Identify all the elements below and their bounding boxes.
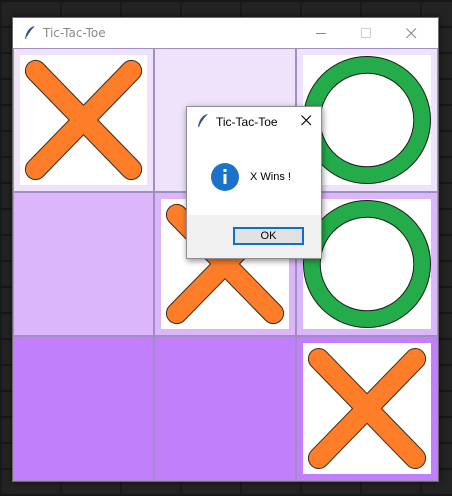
message-dialog: Tic-Tac-Toe X Wins ! OK <box>186 106 322 259</box>
minimize-icon <box>316 33 326 34</box>
main-window: Tic-Tac-Toe Tic-Tac-Toe X Wins ! OK <box>12 17 439 482</box>
board-cell-top-left[interactable] <box>13 48 154 192</box>
dialog-close-button[interactable] <box>291 107 321 135</box>
ok-button[interactable]: OK <box>233 227 304 245</box>
feather-icon <box>25 25 36 39</box>
mark-tile <box>303 55 431 185</box>
title-bar[interactable]: Tic-Tac-Toe <box>13 18 438 48</box>
board-cell-bottom-right[interactable] <box>296 336 438 481</box>
close-button[interactable] <box>389 18 434 48</box>
dialog-title-bar[interactable]: Tic-Tac-Toe <box>187 107 321 135</box>
board-cell-bottom-middle[interactable] <box>154 336 296 481</box>
mark-tile <box>303 343 431 474</box>
maximize-button[interactable] <box>344 18 389 48</box>
board-cell-bottom-left[interactable] <box>13 336 154 481</box>
dialog-footer: OK <box>187 215 321 258</box>
x-mark <box>307 347 427 470</box>
o-mark <box>303 55 431 185</box>
close-icon <box>406 28 417 39</box>
window-title: Tic-Tac-Toe <box>43 26 106 40</box>
o-mark <box>303 199 431 329</box>
info-icon <box>211 163 239 191</box>
feather-icon <box>198 114 208 127</box>
minimize-button[interactable] <box>299 18 344 48</box>
dialog-title: Tic-Tac-Toe <box>216 115 278 129</box>
mark-tile <box>20 55 147 185</box>
x-mark <box>24 59 143 181</box>
close-icon <box>301 115 312 126</box>
dialog-message: X Wins ! <box>250 171 291 183</box>
maximize-icon <box>361 28 371 38</box>
mark-tile <box>303 199 431 329</box>
board-cell-middle-left[interactable] <box>13 192 154 336</box>
